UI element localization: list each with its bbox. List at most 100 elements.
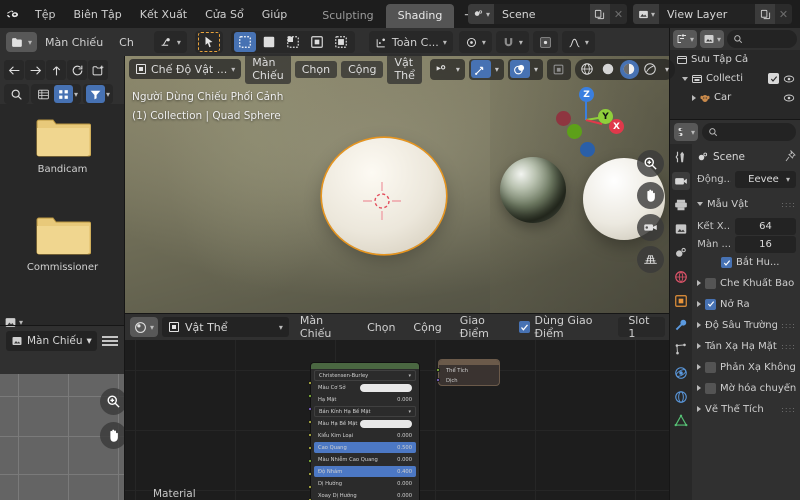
file-browser-icon[interactable]: ▾	[6, 32, 37, 52]
gizmo-axis-neg-z[interactable]	[580, 142, 595, 157]
menu-cua-so[interactable]: Cửa Sổ	[196, 5, 253, 24]
output-tab[interactable]	[672, 196, 690, 214]
outliner-search-input[interactable]	[727, 30, 797, 48]
cursor-select-icon[interactable]	[198, 32, 220, 52]
vp-menu-cong[interactable]: Cộng	[341, 61, 383, 78]
pan-hand-icon[interactable]	[637, 182, 664, 209]
node-input-socket[interactable]	[308, 407, 312, 411]
node-input-socket[interactable]	[308, 459, 312, 463]
scene-tab[interactable]	[672, 244, 690, 262]
node-row[interactable]: Hạ Mặt0.000	[314, 394, 416, 405]
file-browser-body[interactable]: Bandicam Commissioner	[0, 104, 125, 326]
filter-image-icon[interactable]: ▾	[700, 30, 724, 48]
object-mode-dropdown[interactable]: Chế Độ Vật ... ▾	[129, 59, 241, 79]
list-item[interactable]: Commissioner	[0, 212, 125, 273]
splitter-outliner-props[interactable]	[670, 119, 800, 120]
node-row[interactable]: Christensen-Burley▾	[314, 370, 416, 381]
scene-id-block[interactable]: ▾ Scene ✕	[468, 4, 627, 24]
volume-socket[interactable]	[436, 368, 440, 372]
view-layer-icon[interactable]: ▾	[633, 4, 659, 24]
sampling-render-value[interactable]: 64	[735, 218, 796, 235]
panel-header[interactable]: Nở Ra	[697, 295, 796, 313]
vp-menu-chon[interactable]: Chọn	[295, 61, 337, 78]
node-row[interactable]: Màu Hạ Bề Mặt	[314, 418, 416, 429]
panel-header[interactable]: Phản Xạ Không	[697, 358, 796, 376]
panel-header[interactable]: Mờ hóa chuyển	[697, 379, 796, 397]
node-input-socket[interactable]	[308, 472, 312, 476]
scene-icon[interactable]: ▾	[468, 4, 494, 24]
node-row[interactable]: Xoay Dị Hướng0.000	[314, 490, 416, 500]
camera-icon[interactable]	[637, 214, 664, 241]
panel-header[interactable]: Tán Xạ Hạ Mặt::::	[697, 337, 796, 355]
node-input-socket[interactable]	[308, 485, 312, 489]
shader-editor-icon[interactable]: ▾	[130, 317, 158, 337]
gizmo-icon[interactable]	[471, 60, 491, 78]
gizmo-axis-z[interactable]: Z	[579, 87, 594, 102]
list-item[interactable]: Bandicam	[0, 114, 125, 175]
fb-menu-man-chieu[interactable]: Màn Chiếu	[37, 34, 111, 51]
splitter-filebrowser-image[interactable]	[0, 325, 125, 326]
navigation-gizmo[interactable]: Z Y X	[554, 84, 628, 158]
panel-header[interactable]: Độ Sâu Trường::::	[697, 316, 796, 334]
metal-sphere-object[interactable]	[500, 157, 566, 223]
menu-ket-xuat[interactable]: Kết Xuất	[131, 5, 196, 24]
splitter-left[interactable]	[124, 56, 125, 500]
solid-icon[interactable]	[599, 60, 618, 79]
shader-type-dropdown[interactable]: Vật Thể ▾	[162, 317, 289, 337]
checkbox-icon[interactable]	[705, 278, 716, 289]
proportional-edit-dropdown[interactable]: ▾	[459, 31, 492, 53]
snap-dropdown[interactable]: ▾	[154, 31, 187, 53]
up-icon[interactable]	[46, 60, 66, 80]
list-view-icon[interactable]	[34, 85, 53, 103]
forward-icon[interactable]	[25, 60, 45, 80]
material-slot-button[interactable]: Slot 1	[618, 317, 665, 337]
filter-icon[interactable]	[86, 85, 105, 103]
sh-menu-giao-diem[interactable]: Giao Điểm	[453, 312, 516, 342]
sh-menu-man-chieu[interactable]: Màn Chiếu	[293, 312, 356, 342]
vp-menu-vat-the[interactable]: Vật Thể	[387, 54, 421, 84]
node-row[interactable]: Dị Hướng0.000	[314, 478, 416, 489]
select-set-icon[interactable]	[234, 32, 256, 52]
render-tab[interactable]	[672, 172, 690, 190]
splitter-right[interactable]	[669, 28, 670, 500]
node-input-socket[interactable]	[308, 381, 312, 385]
checkbox-icon[interactable]	[705, 362, 716, 373]
image-editor-type-button[interactable]: ▾	[4, 312, 28, 332]
chevron-down-icon[interactable]: ▾	[492, 65, 502, 74]
refresh-icon[interactable]	[67, 60, 87, 80]
snap-magnet-dropdown[interactable]: ▾	[496, 31, 529, 53]
scene-name-field[interactable]: Scene	[494, 4, 590, 24]
search-icon[interactable]	[7, 85, 26, 103]
data-tab[interactable]	[672, 412, 690, 430]
menu-bien-tap[interactable]: Biên Tập	[64, 5, 130, 24]
panel-header[interactable]: Che Khuất Bao	[697, 274, 796, 292]
outliner-row-object-car[interactable]: Car	[670, 88, 800, 107]
checkbox-icon[interactable]	[705, 299, 716, 310]
node-row[interactable]: Độ Nhám0.400	[314, 466, 416, 477]
sampling-viewport-value[interactable]: 16	[735, 236, 796, 253]
principled-bsdf-node[interactable]: Christensen-Burley▾Màu Cơ SởHạ Mặt0.000B…	[310, 362, 420, 500]
gizmo-axis-neg-x[interactable]	[556, 111, 571, 126]
zoom-icon[interactable]	[637, 150, 664, 177]
node-row[interactable]: Thể Tích	[442, 366, 496, 375]
particles-tab[interactable]	[672, 340, 690, 358]
transform-orientation-dropdown[interactable]: Toàn C... ▾	[369, 31, 453, 53]
physics-tab[interactable]	[672, 364, 690, 382]
node-row[interactable]: Màu Cơ Sở	[314, 382, 416, 393]
zoom-icon[interactable]	[100, 388, 127, 415]
chevron-right-icon[interactable]	[692, 95, 696, 101]
grid-view-icon[interactable]	[54, 85, 73, 103]
properties-icon[interactable]: ▾	[674, 123, 698, 141]
select-intersect-icon[interactable]	[330, 32, 352, 52]
select-subtract-icon[interactable]	[282, 32, 304, 52]
displacement-socket[interactable]	[436, 378, 440, 382]
new-folder-icon[interactable]	[88, 60, 108, 80]
view-layer-name-field[interactable]: View Layer	[659, 4, 755, 24]
xray-icon[interactable]	[549, 60, 569, 78]
menu-tep[interactable]: Tệp	[26, 5, 64, 24]
filter-chip[interactable]: ▾	[83, 84, 113, 104]
world-tab[interactable]	[672, 268, 690, 286]
constraints-tab[interactable]	[672, 388, 690, 406]
select-invert-icon[interactable]	[306, 32, 328, 52]
view-layer-unlink-button[interactable]: ✕	[775, 4, 792, 24]
